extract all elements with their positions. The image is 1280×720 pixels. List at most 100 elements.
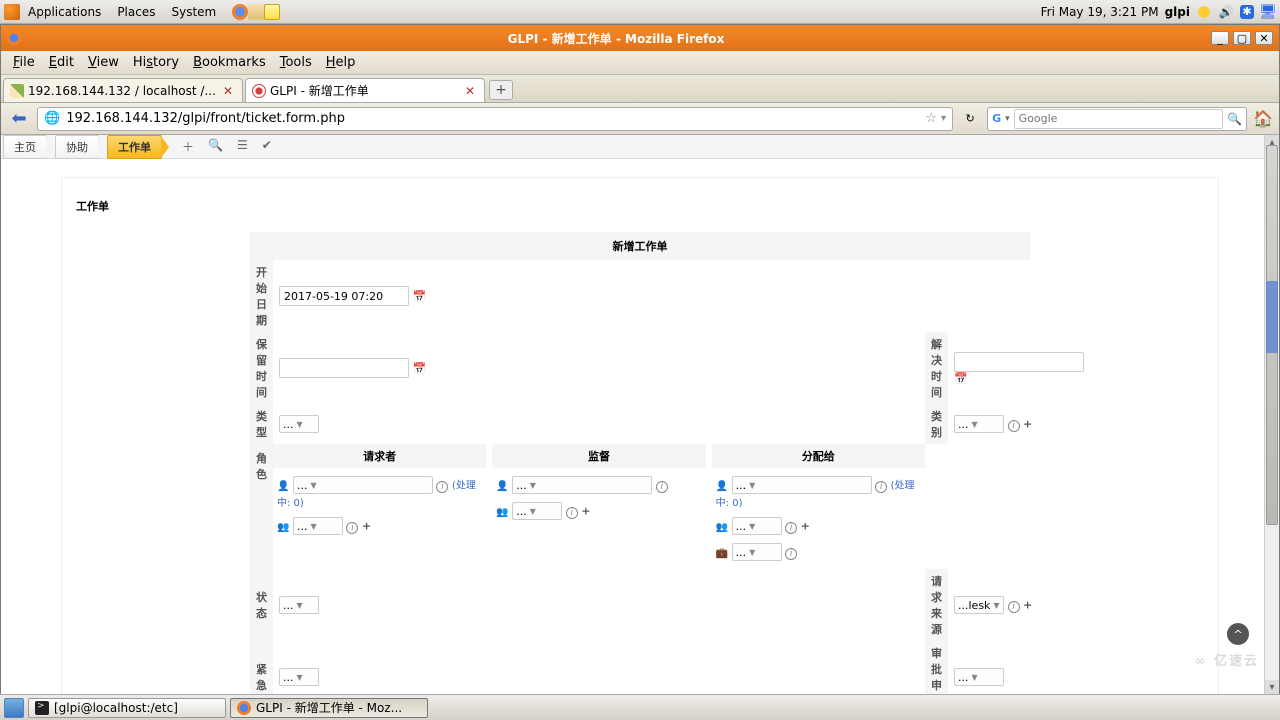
task-terminal[interactable]: [glpi@localhost:/etc] [28,698,226,718]
add-requester-group[interactable]: + [362,520,371,533]
applications-menu[interactable]: Applications [20,3,109,21]
new-tab-button[interactable]: + [489,80,513,100]
scroll-top-button[interactable]: ^ [1227,623,1249,645]
task-firefox-label: GLPI - 新增工作单 - Moz... [256,699,402,716]
info-icon[interactable] [1008,601,1020,613]
bluetooth-icon[interactable]: ✱ [1240,5,1254,19]
minimize-button[interactable]: _ [1211,31,1229,45]
requester-user-dropdown[interactable]: ...▼ [293,476,433,494]
calendar-icon[interactable] [413,362,427,375]
info-icon[interactable] [436,481,448,493]
category-dropdown[interactable]: ...▼ [954,415,1004,433]
firefox-launcher-icon[interactable] [232,4,248,20]
info-icon[interactable] [785,522,797,534]
menu-file[interactable]: File [7,53,41,72]
calendar-icon[interactable] [954,372,968,385]
system-menu[interactable]: System [163,3,224,21]
add-watcher-group[interactable]: + [581,505,590,518]
url-bar[interactable]: 🌐 192.168.144.132/glpi/front/ticket.form… [37,107,953,131]
menu-history[interactable]: History [127,53,185,72]
places-menu[interactable]: Places [109,3,163,21]
person-icon [496,479,508,492]
label-resolve-time: 解决时间 [925,332,948,404]
current-user[interactable]: glpi [1165,5,1190,19]
home-button[interactable] [1253,109,1273,128]
info-icon[interactable] [1008,420,1020,432]
group-icon [496,505,508,518]
volume-icon[interactable] [1218,4,1234,20]
task-firefox[interactable]: GLPI - 新增工作单 - Moz... [230,698,428,718]
menu-view[interactable]: View [82,53,125,72]
close-button[interactable]: ✕ [1255,31,1273,45]
start-date-input[interactable] [279,286,409,306]
person-icon [716,479,728,492]
supplier-icon [716,546,728,559]
search-go-icon[interactable] [1227,112,1242,126]
search-dropdown-icon[interactable]: ▾ [1005,114,1010,124]
brightness-icon[interactable] [1196,4,1212,20]
terminal-icon [35,701,49,715]
assigned-supplier-dropdown[interactable]: ...▼ [732,543,782,561]
add-source-button[interactable]: + [1023,599,1032,612]
urgency-dropdown[interactable]: ...▼ [279,668,319,686]
clock[interactable]: Fri May 19, 3:21 PM [1041,5,1159,19]
vertical-scrollbar[interactable]: ▴ ▾ [1264,135,1279,695]
search-bar[interactable]: ▾ [987,107,1247,131]
requester-group-dropdown[interactable]: ...▼ [293,517,343,535]
globe-icon: 🌐 [44,111,60,126]
group-icon [716,520,728,533]
label-retain-time: 保留时间 [250,332,273,404]
applications-icon[interactable] [4,4,20,20]
toolbar-search-icon[interactable]: 🔍 [208,138,223,155]
breadcrumb-home[interactable]: 主页 [3,135,47,159]
reload-button[interactable]: ↻ [959,108,981,130]
url-dropdown-icon[interactable]: ▾ [941,113,946,124]
window-title: GLPI - 新增工作单 - Mozilla Firefox [21,30,1211,47]
display-icon[interactable] [1260,4,1276,20]
watcher-user-dropdown[interactable]: ...▼ [512,476,652,494]
firefox-task-icon [237,701,251,715]
assigned-user-dropdown[interactable]: ...▼ [732,476,872,494]
label-status: 状态 [250,569,273,641]
resolve-time-input[interactable] [954,352,1084,372]
menu-tools[interactable]: Tools [274,53,318,72]
scroll-down-icon[interactable]: ▾ [1265,680,1279,695]
assigned-group-dropdown[interactable]: ...▼ [732,517,782,535]
info-icon[interactable] [785,548,797,560]
approve-dropdown[interactable]: ...▼ [954,668,1004,686]
toolbar-list-icon[interactable]: ☰ [237,138,248,155]
request-source-dropdown[interactable]: ...lesk▼ [954,596,1004,614]
tab-glpi[interactable]: GLPI - 新增工作单 ✕ [245,78,485,102]
info-icon[interactable] [656,481,668,493]
status-dropdown[interactable]: ...▼ [279,596,319,614]
toolbar-settings-icon[interactable]: ✔ [262,138,272,155]
bookmark-star-icon[interactable]: ☆ [925,111,937,126]
add-assigned-group[interactable]: + [801,520,810,533]
breadcrumb-ticket[interactable]: 工作单 [107,135,162,159]
nav-back-button[interactable]: ⬅ [7,107,31,131]
calendar-icon[interactable] [413,290,427,303]
type-dropdown[interactable]: ...▼ [279,415,319,433]
file-manager-icon[interactable] [248,4,264,20]
search-input[interactable] [1014,109,1223,129]
retain-time-input[interactable] [279,358,409,378]
firefox-window-icon [7,31,21,45]
info-icon[interactable] [346,522,358,534]
notes-icon[interactable] [264,4,280,20]
breadcrumb-help[interactable]: 协助 [55,135,99,159]
google-icon [992,112,1001,125]
phpmyadmin-icon [10,84,24,98]
tab-close-glpi[interactable]: ✕ [462,84,478,98]
watcher-group-dropdown[interactable]: ...▼ [512,502,562,520]
info-icon[interactable] [875,481,887,493]
maximize-button[interactable]: ▢ [1233,31,1251,45]
menu-bookmarks[interactable]: Bookmarks [187,53,272,72]
tab-close-pma[interactable]: ✕ [220,84,236,98]
info-icon[interactable] [566,507,578,519]
menu-help[interactable]: Help [320,53,362,72]
menu-edit[interactable]: Edit [43,53,80,72]
add-category-button[interactable]: + [1023,418,1032,431]
toolbar-add-icon[interactable]: ＋ [182,138,194,155]
tab-phpmyadmin[interactable]: 192.168.144.132 / localhost /... ✕ [3,78,243,102]
show-desktop-button[interactable] [4,698,24,718]
